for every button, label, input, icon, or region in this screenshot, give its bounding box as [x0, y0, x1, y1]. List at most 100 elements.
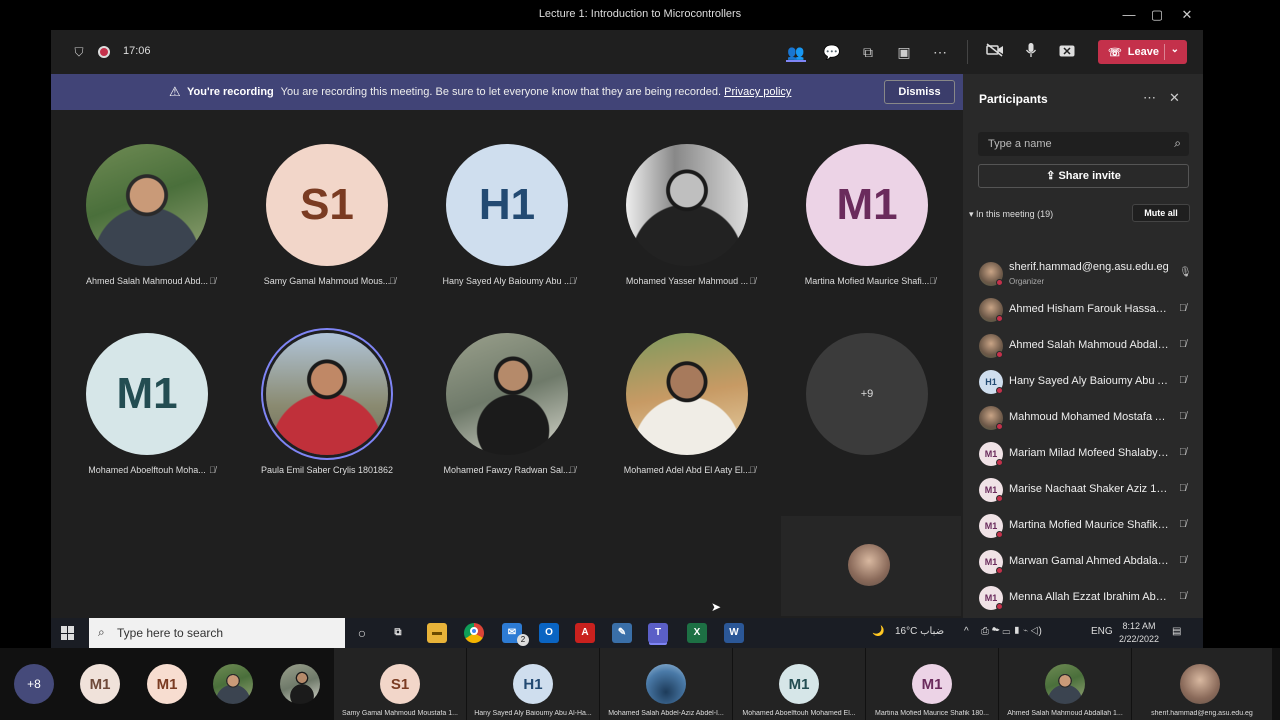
chat-icon[interactable]: 💬	[822, 42, 842, 62]
dismiss-button[interactable]: Dismiss	[884, 80, 955, 104]
strip-tile[interactable]: M1 Mohamed Aboelftouh Mohamed El...	[733, 648, 865, 720]
participant-tile[interactable]: Ahmed Salah Mahmoud Abd... 🎙̸	[57, 144, 237, 304]
strip-tile[interactable]: sherif.hammad@eng.asu.edu.eg	[1132, 648, 1272, 720]
mic-off-icon[interactable]: 🎙̸	[1179, 339, 1187, 350]
mic-off-icon[interactable]: 🎙̸	[1179, 483, 1187, 494]
more-participants-badge[interactable]: +8	[14, 664, 54, 704]
participant-tile[interactable]: H1 Hany Sayed Aly Baioumy Abu ... 🎙̸	[417, 144, 597, 304]
participant-row[interactable]: Ahmed Hisham Farouk Hassan 1... 🎙̸	[977, 294, 1193, 324]
recording-title: You're recording	[187, 86, 274, 98]
strip-tile-name: Ahmed Salah Mahmoud Abdallah 1...	[1007, 710, 1123, 717]
mic-off-icon[interactable]: 🎙̸	[1179, 519, 1187, 530]
maximize-button[interactable]: ▢	[1146, 5, 1168, 25]
chrome-icon[interactable]	[464, 623, 484, 643]
word-icon[interactable]: W	[724, 623, 744, 643]
mute-all-button[interactable]: Mute all	[1132, 204, 1190, 222]
avatar	[626, 333, 748, 455]
mic-off-icon[interactable]: 🎙̸	[1179, 411, 1187, 422]
more-actions-icon[interactable]: ⋯	[930, 42, 950, 62]
strip-tile-name: sherif.hammad@eng.asu.edu.eg	[1151, 710, 1253, 717]
mic-off-icon: 🎙̸	[389, 276, 396, 286]
mic-off-icon[interactable]: 🎙̸	[1179, 555, 1187, 566]
avatar	[1045, 664, 1085, 704]
strip-tile-name: Mohamed Aboelftouh Mohamed El...	[742, 710, 856, 717]
in-meeting-section[interactable]: ▾ In this meeting (19)	[969, 209, 1053, 220]
microphone-icon[interactable]	[1021, 42, 1041, 62]
participant-name: Hany Sayed Aly Baioumy Abu Al...	[1009, 375, 1169, 387]
participant-row[interactable]: H1 Hany Sayed Aly Baioumy Abu Al... 🎙̸	[977, 366, 1193, 396]
overflow-tile[interactable]: +9	[777, 333, 957, 493]
camera-off-icon[interactable]	[985, 42, 1005, 62]
mic-off-icon[interactable]: 🎙̸	[1179, 591, 1187, 602]
participant-row[interactable]: Ahmed Salah Mahmoud Abdalla... 🎙̸	[977, 330, 1193, 360]
presence-dot	[996, 531, 1003, 538]
participant-tile[interactable]: Mohamed Yasser Mahmoud ... 🎙̸	[597, 144, 777, 304]
mic-off-icon[interactable]: 🎙̸	[1179, 375, 1187, 386]
leave-button[interactable]: ☏ Leave ⌄	[1098, 40, 1187, 64]
participant-row[interactable]: M1 Menna Allah Ezzat Ibrahim Abd... 🎙̸	[977, 582, 1193, 612]
strip-tile[interactable]: Mohamed Salah Abdel-Aziz Abdel-I...	[600, 648, 732, 720]
meeting-toolbar: ⛉ 17:06 👥 💬 ⧉ ▣ ⋯	[51, 30, 963, 74]
recording-message: You're recording You are recording this …	[187, 86, 791, 98]
participant-tile[interactable]: Mohamed Fawzy Radwan Sal... 🎙̸	[417, 333, 597, 493]
presence-dot	[996, 351, 1003, 358]
strip-tile[interactable]: Ahmed Salah Mahmoud Abdallah 1...	[999, 648, 1131, 720]
participant-tile[interactable]: M1 Martina Mofied Maurice Shafi... 🎙̸	[777, 144, 957, 304]
breakout-rooms-icon[interactable]: ⧉	[858, 42, 878, 62]
taskbar-search-input[interactable]: ⌕ Type here to search	[89, 618, 345, 648]
strip-tile[interactable]: M1 Martina Mofied Maurice Shafik 180...	[866, 648, 998, 720]
leave-label: Leave	[1127, 46, 1159, 58]
stop-sharing-icon[interactable]	[1057, 42, 1077, 62]
participant-tile[interactable]: Mohamed Adel Abd El Aaty El... 🎙̸	[597, 333, 777, 493]
mic-off-icon[interactable]: 🎙̸	[1179, 303, 1187, 314]
participant-tile-speaking[interactable]: Paula Emil Saber Crylis 1801862	[237, 333, 417, 493]
task-view-icon[interactable]: ⧉	[388, 623, 408, 643]
share-tray-icon[interactable]: ▣	[894, 42, 914, 62]
acrobat-icon[interactable]: A	[575, 623, 595, 643]
mic-off-icon[interactable]: 🎙̸	[1179, 447, 1187, 458]
phone-icon: ☏	[1108, 46, 1122, 59]
excel-icon[interactable]: X	[687, 623, 707, 643]
microphone-icon[interactable]: 🎙	[1179, 267, 1192, 278]
participant-row[interactable]: M1 Mariam Milad Mofeed Shalaby S... 🎙̸	[977, 438, 1193, 468]
strip-tile[interactable]: S1 Samy Gamal Mahmoud Moustafa 1...	[334, 648, 466, 720]
outlook-icon[interactable]: O	[539, 623, 559, 643]
avatar: M1	[147, 664, 187, 704]
self-view[interactable]	[781, 516, 961, 616]
notifications-icon[interactable]: ▤	[1172, 626, 1181, 637]
participant-row[interactable]: M1 Martina Mofied Maurice Shafik ... 🎙̸	[977, 510, 1193, 540]
participant-name: Mariam Milad Mofeed Shalaby S...	[1009, 447, 1169, 459]
teams-icon[interactable]: T	[648, 623, 668, 643]
language-indicator[interactable]: ENG	[1091, 626, 1113, 637]
participant-row[interactable]: M1 Marwan Gamal Ahmed Abdalaz... 🎙̸	[977, 546, 1193, 576]
presence-dot	[996, 495, 1003, 502]
cortana-icon[interactable]: ○	[352, 623, 372, 643]
close-icon[interactable]: ✕	[1169, 90, 1180, 106]
more-options-icon[interactable]: ⋯	[1143, 90, 1156, 106]
file-explorer-icon[interactable]: ▬	[427, 623, 447, 643]
clock-time: 8:12 AM	[1122, 621, 1156, 631]
in-meeting-label: In this meeting (19)	[976, 209, 1054, 219]
participant-tile[interactable]: M1 Mohamed Aboelftouh Moha... 🎙̸	[57, 333, 237, 493]
participant-row[interactable]: sherif.hammad@eng.asu.edu.eg Organizer 🎙	[977, 258, 1193, 288]
system-tray-icons[interactable]: ⎙ ☁ ▭ ▮ ⌁ ◁)	[981, 626, 1042, 637]
taskbar-clock[interactable]: 8:12 AM 2/22/2022	[1114, 620, 1164, 646]
participant-row[interactable]: M1 Marise Nachaat Shaker Aziz 180... 🎙̸	[977, 474, 1193, 504]
strip-tile[interactable]: H1 Hany Sayed Aly Baioumy Abu Al-Ha...	[467, 648, 599, 720]
app-icon[interactable]: ✎	[612, 623, 632, 643]
participant-search-input[interactable]: Type a name ⌕	[978, 132, 1189, 156]
chevron-up-icon[interactable]: ^	[964, 626, 969, 637]
minimize-button[interactable]: —	[1118, 5, 1140, 25]
chevron-down-icon[interactable]: ⌄	[1171, 44, 1179, 55]
privacy-policy-link[interactable]: Privacy policy	[724, 86, 791, 98]
share-icon: ⇪	[1046, 170, 1056, 182]
search-icon: ⌕	[1174, 136, 1181, 150]
avatar	[646, 664, 686, 704]
participants-icon[interactable]: 👥	[786, 42, 806, 62]
windows-start-icon[interactable]	[61, 626, 75, 640]
participant-tile[interactable]: S1 Samy Gamal Mahmoud Mous... 🎙̸	[237, 144, 417, 304]
participant-row[interactable]: Mahmoud Mohamed Mostafa A... 🎙̸	[977, 402, 1193, 432]
weather-text[interactable]: 16°C ضباب	[895, 626, 944, 637]
share-invite-button[interactable]: ⇪ Share invite	[978, 164, 1189, 188]
close-window-button[interactable]: ✕	[1176, 5, 1198, 25]
